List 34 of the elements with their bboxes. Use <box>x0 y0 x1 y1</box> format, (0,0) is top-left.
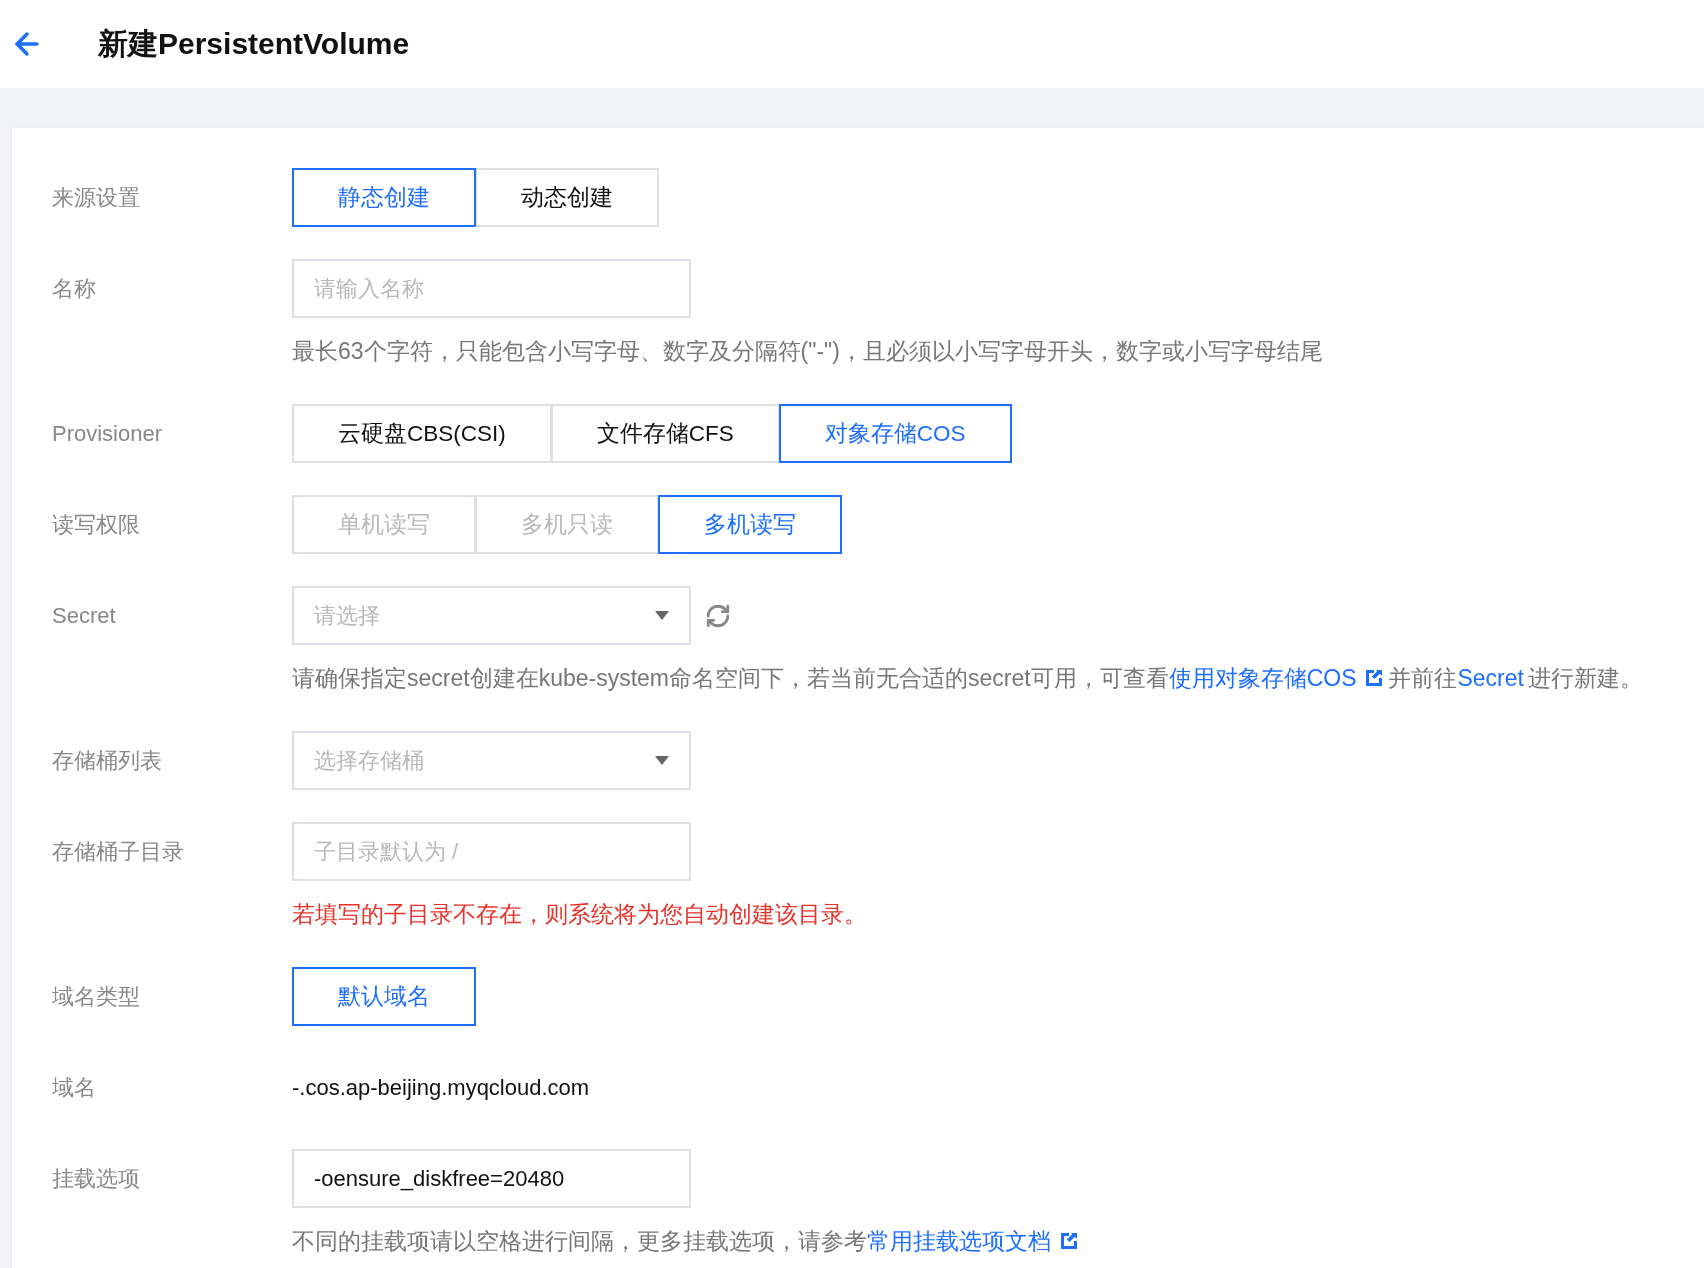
segment-option[interactable]: 对象存储COS <box>778 404 1012 463</box>
doc-link[interactable]: Secret <box>1457 663 1524 693</box>
field-label: Secret <box>52 601 117 630</box>
field-label: 域名类型 <box>52 982 141 1011</box>
text-field[interactable]: 请输入名称 <box>292 259 691 318</box>
domain-value: -.cos.ap-beijing.myqcloud.com <box>292 1073 591 1102</box>
segment-option[interactable]: 文件存储CFS <box>550 404 780 463</box>
hint-text: 不同的挂载项请以空格进行间隔，更多挂载选项，请参考常用挂载选项文档 <box>292 1226 1704 1256</box>
text-field[interactable]: -oensure_diskfree=20480 <box>292 1149 691 1208</box>
refresh-icon[interactable] <box>705 602 731 629</box>
doc-link[interactable]: 使用对象存储COS <box>1168 663 1385 693</box>
field-label: 域名 <box>52 1073 97 1102</box>
field-label: 存储桶列表 <box>52 746 163 775</box>
segment-option[interactable]: 云硬盘CBS(CSI) <box>292 404 552 463</box>
dropdown-caret-icon <box>655 611 669 620</box>
field-label: Provisioner <box>52 419 164 448</box>
external-link-icon <box>1364 668 1385 688</box>
segment-option[interactable]: 默认域名 <box>292 967 476 1026</box>
hint-text: 最长63个字符，只能包含小写字母、数字及分隔符("-")，且必须以小写字母开头，数字或小写字母结尾 <box>292 337 1324 366</box>
external-link-icon <box>1059 1231 1079 1251</box>
hint-text: 请确保指定secret创建在kube-system命名空间下，若当前无合适的secret可用，可查看使用对象存储COS 并前往Secret 进行新建。 <box>292 663 1644 693</box>
field-label: 名称 <box>52 274 97 303</box>
field-label: 挂载选项 <box>52 1164 141 1193</box>
field-label: 读写权限 <box>52 510 141 539</box>
field-label: 存储桶子目录 <box>52 837 185 866</box>
field-label: 来源设置 <box>52 183 141 212</box>
dropdown-caret-icon <box>655 756 669 765</box>
page-title: 新建PersistentVolume <box>98 25 410 62</box>
segment-option[interactable]: 多机读写 <box>658 495 842 554</box>
doc-link[interactable]: 常用挂载选项文档 <box>867 1226 1079 1256</box>
warning-text: 若填写的子目录不存在，则系统将为您自动创建该目录。 <box>292 900 868 929</box>
text-field[interactable]: 子目录默认为 / <box>292 822 691 881</box>
segment-option[interactable]: 动态创建 <box>475 168 659 227</box>
segment-option[interactable]: 静态创建 <box>292 168 476 227</box>
